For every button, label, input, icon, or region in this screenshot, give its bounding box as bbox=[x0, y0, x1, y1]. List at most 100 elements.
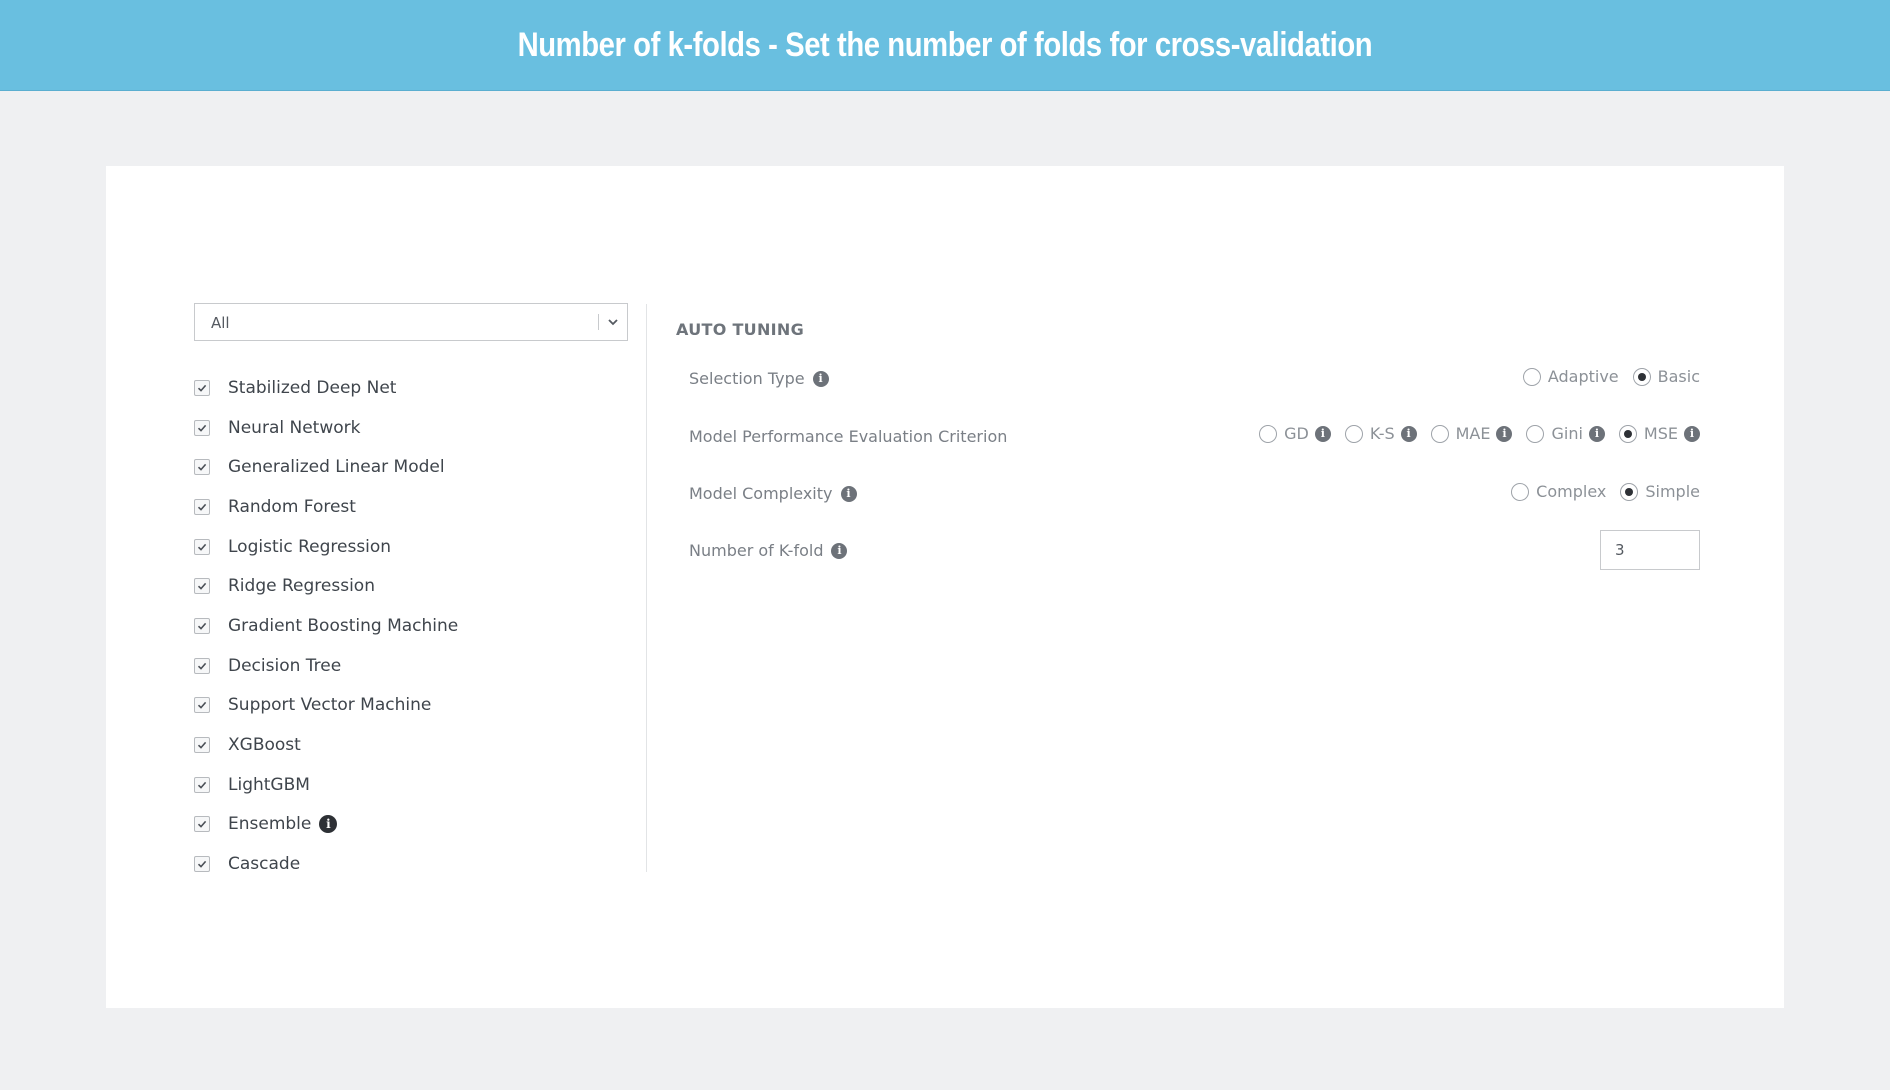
radio-button[interactable] bbox=[1620, 482, 1639, 501]
kfold-input[interactable] bbox=[1600, 530, 1700, 570]
model-filter-value: All bbox=[211, 314, 230, 332]
model-checkbox[interactable] bbox=[194, 459, 210, 476]
radio-button[interactable] bbox=[1430, 424, 1449, 443]
radio-label: MAE bbox=[1455, 424, 1491, 443]
checkmark-icon bbox=[197, 583, 207, 591]
radio-option[interactable]: Gini i bbox=[1526, 424, 1605, 443]
selection-type-text: Selection Type bbox=[689, 369, 805, 388]
radio-label: Gini bbox=[1551, 424, 1583, 443]
select-separator bbox=[598, 314, 599, 330]
info-icon[interactable]: i bbox=[1496, 425, 1513, 442]
model-item[interactable]: Decision Tree bbox=[194, 646, 458, 686]
model-checkbox[interactable] bbox=[194, 816, 210, 833]
radio-button[interactable] bbox=[1526, 424, 1545, 443]
radio-button[interactable] bbox=[1511, 482, 1530, 501]
model-item[interactable]: Stabilized Deep Net bbox=[194, 368, 458, 408]
radio-option[interactable]: Basic bbox=[1632, 367, 1700, 386]
radio-label: Simple bbox=[1645, 482, 1700, 501]
settings-panel: All Stabilized Deep Net Neural Network Gen… bbox=[106, 166, 1784, 1008]
checkmark-icon bbox=[197, 464, 207, 471]
model-checkbox[interactable] bbox=[194, 856, 210, 873]
model-label: LightGBM bbox=[228, 774, 310, 795]
model-label: Cascade bbox=[228, 854, 301, 875]
kfold-text: Number of K-fold bbox=[689, 541, 824, 560]
model-label: Ridge Regression bbox=[228, 576, 375, 597]
model-checkbox[interactable] bbox=[194, 578, 210, 595]
info-icon[interactable]: i bbox=[1684, 425, 1700, 442]
model-item[interactable]: Gradient Boosting Machine bbox=[194, 606, 458, 646]
checkmark-icon bbox=[197, 384, 207, 392]
radio-label: MSE bbox=[1643, 424, 1678, 443]
evaluation-criterion-label: Model Performance Evaluation Criterion bbox=[689, 427, 1007, 446]
info-icon[interactable]: i bbox=[319, 815, 338, 834]
radio-label: K-S bbox=[1369, 424, 1395, 443]
model-label: Neural Network bbox=[228, 417, 361, 438]
radio-button[interactable] bbox=[1344, 424, 1363, 443]
radio-option[interactable]: Adaptive bbox=[1522, 367, 1619, 386]
radio-option[interactable]: GD i bbox=[1259, 424, 1331, 443]
selection-type-options: Adaptive Basic bbox=[1509, 367, 1700, 386]
model-filter-select[interactable]: All bbox=[194, 303, 628, 341]
kfold-label: Number of K-fold i bbox=[689, 541, 848, 560]
checkmark-icon bbox=[197, 702, 207, 710]
info-icon[interactable]: i bbox=[831, 542, 848, 559]
model-label: Gradient Boosting Machine bbox=[228, 615, 459, 636]
checkmark-icon bbox=[197, 821, 207, 829]
model-item[interactable]: Support Vector Machine bbox=[194, 686, 458, 726]
model-checkbox[interactable] bbox=[194, 419, 210, 436]
checkmark-icon bbox=[197, 741, 207, 749]
model-checkbox[interactable] bbox=[194, 379, 210, 396]
model-checkbox[interactable] bbox=[194, 538, 210, 555]
model-checkbox[interactable] bbox=[194, 776, 210, 793]
radio-button[interactable] bbox=[1259, 424, 1278, 443]
section-title-auto-tuning: AUTO TUNING bbox=[676, 320, 805, 339]
model-item[interactable]: Ensemble i bbox=[194, 805, 458, 845]
radio-button[interactable] bbox=[1522, 367, 1541, 386]
model-label: Generalized Linear Model bbox=[228, 457, 445, 478]
model-item[interactable]: LightGBM bbox=[194, 765, 458, 805]
radio-option[interactable]: MAE i bbox=[1430, 424, 1513, 443]
chevron-down-icon[interactable] bbox=[607, 316, 619, 328]
model-label: Ensemble bbox=[228, 814, 312, 835]
model-checkbox[interactable] bbox=[194, 737, 210, 754]
info-icon[interactable]: i bbox=[812, 370, 829, 387]
radio-option[interactable]: MSE i bbox=[1618, 424, 1700, 443]
radio-button[interactable] bbox=[1618, 424, 1637, 443]
info-icon[interactable]: i bbox=[840, 485, 857, 502]
model-label: Support Vector Machine bbox=[228, 695, 432, 716]
model-complexity-text: Model Complexity bbox=[689, 484, 833, 503]
model-checkbox[interactable] bbox=[194, 697, 210, 714]
radio-label: Adaptive bbox=[1547, 367, 1619, 386]
checkmark-icon bbox=[197, 662, 207, 670]
model-label: Logistic Regression bbox=[228, 536, 392, 557]
column-divider bbox=[646, 304, 647, 872]
tutorial-banner: Number of k-folds - Set the number of fo… bbox=[0, 0, 1890, 91]
evaluation-criterion-text: Model Performance Evaluation Criterion bbox=[689, 427, 1008, 446]
model-item[interactable]: Neural Network bbox=[194, 408, 458, 448]
banner-title: Number of k-folds - Set the number of fo… bbox=[517, 25, 1373, 64]
model-item[interactable]: Cascade bbox=[194, 844, 458, 884]
model-item[interactable]: XGBoost bbox=[194, 725, 458, 765]
model-item[interactable]: Random Forest bbox=[194, 487, 458, 527]
radio-option[interactable]: Complex bbox=[1511, 482, 1606, 501]
model-item[interactable]: Generalized Linear Model bbox=[194, 447, 458, 487]
info-icon[interactable]: i bbox=[1588, 425, 1605, 442]
checkmark-icon bbox=[197, 503, 207, 511]
checkmark-icon bbox=[197, 781, 207, 789]
model-item[interactable]: Logistic Regression bbox=[194, 527, 458, 567]
model-complexity-label: Model Complexity i bbox=[689, 484, 857, 503]
model-item[interactable]: Ridge Regression bbox=[194, 566, 458, 606]
radio-option[interactable]: K-S i bbox=[1344, 424, 1417, 443]
model-label: XGBoost bbox=[228, 735, 301, 756]
info-icon[interactable]: i bbox=[1400, 425, 1417, 442]
model-complexity-options: Complex Simple bbox=[1497, 482, 1700, 501]
radio-button[interactable] bbox=[1632, 367, 1651, 386]
model-checkbox[interactable] bbox=[194, 617, 210, 634]
info-icon[interactable]: i bbox=[1314, 425, 1331, 442]
radio-option[interactable]: Simple bbox=[1620, 482, 1700, 501]
model-checkbox[interactable] bbox=[194, 498, 210, 515]
model-list: Stabilized Deep Net Neural Network General… bbox=[194, 368, 458, 884]
model-checkbox[interactable] bbox=[194, 657, 210, 674]
checkmark-icon bbox=[197, 424, 207, 432]
evaluation-criterion-options: GD i K-S i MAE i Gini i MSE i bbox=[1245, 424, 1700, 443]
